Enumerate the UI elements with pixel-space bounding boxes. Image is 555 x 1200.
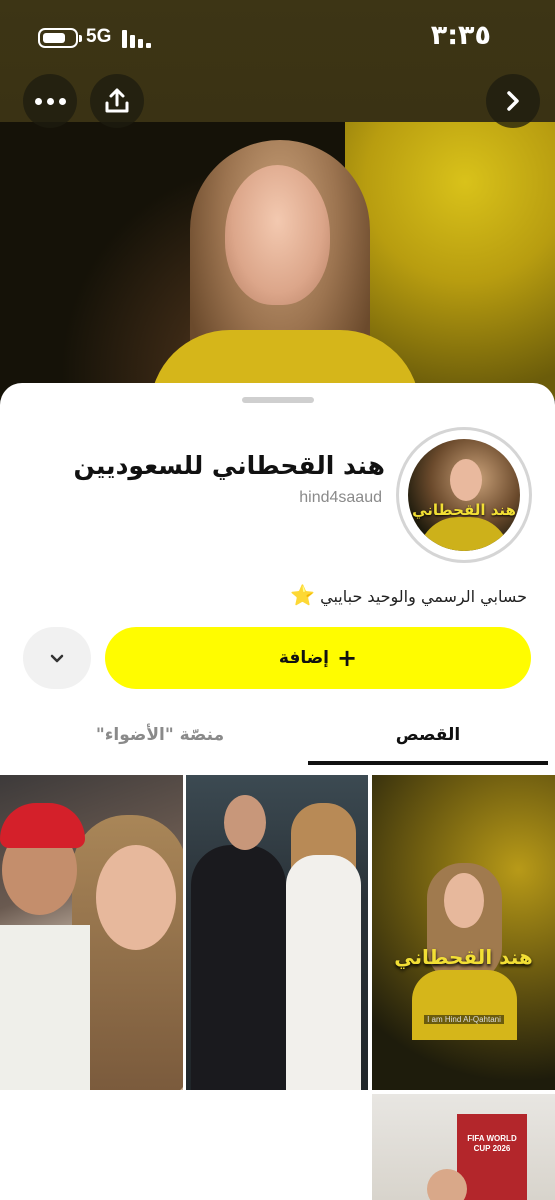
story-tile[interactable]: FIFA WORLD CUP 2026	[372, 1094, 555, 1200]
avatar-face	[450, 459, 482, 501]
tile-caption: هند القحطاني	[394, 945, 533, 969]
battery-icon	[38, 28, 82, 48]
status-time: ٣:٣٥	[430, 20, 491, 51]
more-horizontal-icon	[34, 97, 66, 105]
profile-display-name: هند القحطاني للسعوديين	[73, 451, 385, 480]
tile-bandana	[0, 803, 85, 848]
tile-subtitle: I am Hind Al-Qahtani	[424, 1015, 504, 1024]
story-tile[interactable]: هند القحطاني I am Hind Al-Qahtani	[372, 775, 555, 1090]
signal-strength-icon	[122, 28, 152, 48]
share-icon	[105, 88, 129, 113]
avatar-caption: هند القحطاني	[412, 501, 516, 519]
story-tile[interactable]	[0, 775, 183, 1090]
profile-avatar-ring[interactable]: هند القحطاني	[396, 427, 532, 563]
story-tile[interactable]	[186, 775, 368, 1090]
sheet-grabber[interactable]	[242, 397, 314, 403]
chevron-down-icon	[50, 654, 64, 663]
add-button-label: إضافة	[278, 648, 329, 668]
story-video-person-face	[225, 165, 330, 305]
more-options-button[interactable]	[23, 74, 77, 128]
star-icon: ⭐	[290, 583, 316, 607]
avatar-shirt	[418, 517, 510, 551]
next-story-button[interactable]	[486, 74, 540, 128]
network-type: 5G	[86, 26, 112, 47]
profile-tabs: القصص منصّة "الأضواء"	[0, 713, 555, 765]
profile-sheet: هند القحطاني هند القحطاني للسعوديين hind…	[0, 383, 555, 1200]
tile-man-face	[224, 795, 266, 850]
status-bar: 5G ٣:٣٥	[0, 0, 555, 70]
more-actions-dropdown-button[interactable]	[23, 627, 91, 689]
tab-spotlight[interactable]: منصّة "الأضواء"	[40, 713, 280, 765]
tile-man-shirt	[0, 925, 90, 1090]
tile-poster	[457, 1114, 527, 1200]
avatar: هند القحطاني	[408, 439, 520, 551]
tile-woman-face	[96, 845, 176, 950]
tile-person-shirt	[412, 970, 517, 1040]
tab-stories[interactable]: القصص	[308, 713, 548, 765]
profile-username: hind4saaud	[299, 489, 382, 506]
tile-person-face	[444, 873, 484, 928]
stories-grid: هند القحطاني I am Hind Al-Qahtani FIFA W…	[0, 775, 555, 1200]
bio-text: حسابي الرسمي والوحيد حبايبي	[320, 587, 527, 606]
plus-icon: +	[337, 644, 358, 672]
tile-woman-dress	[286, 855, 361, 1090]
profile-bio: حسابي الرسمي والوحيد حبايبي ⭐	[107, 583, 527, 607]
add-friend-button[interactable]: + إضافة	[105, 627, 531, 689]
share-button[interactable]	[90, 74, 144, 128]
chevron-right-icon	[507, 91, 519, 111]
tile-poster-text: FIFA WORLD CUP 2026	[467, 1134, 517, 1153]
tile-man-suit	[191, 845, 286, 1090]
